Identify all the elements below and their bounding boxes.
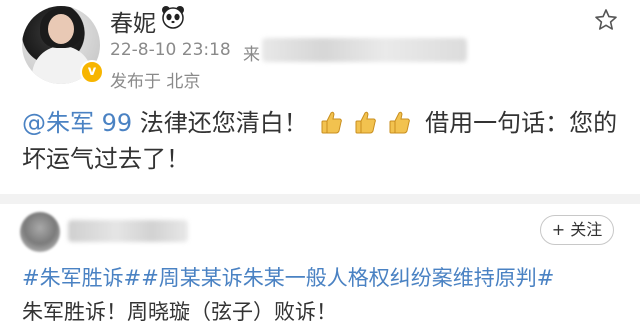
repost-username-blurred[interactable] xyxy=(68,220,188,242)
repost-avatar[interactable] xyxy=(20,212,60,252)
hashtag-links[interactable]: #朱军胜诉##周某某诉朱某一般人格权纠纷案维持原判# xyxy=(22,262,554,292)
verified-badge-icon: v xyxy=(80,60,104,84)
post-source-blurred xyxy=(262,38,467,62)
follow-button[interactable]: + 关注 xyxy=(540,215,614,245)
repost-text: 朱军胜诉！周晓璇（弦子）败诉！ xyxy=(22,300,337,324)
thumbs-up-icon xyxy=(321,111,343,134)
post-source-label: 来 xyxy=(243,45,260,65)
post-timestamp: 22-8-10 23:18 xyxy=(110,40,231,60)
section-divider xyxy=(0,194,640,204)
avatar-face-shape xyxy=(48,14,74,44)
username[interactable]: 春妮 xyxy=(110,4,156,38)
thumbs-up-icon xyxy=(355,111,377,134)
thumbs-up-icon xyxy=(389,111,411,134)
post-location: 发布于 北京 xyxy=(110,72,201,92)
post-header: v 春妮 22-8-10 23:18 来 发布于 北京 xyxy=(0,0,640,95)
panda-icon xyxy=(162,6,184,29)
post-text-part1: 法律还您清白！ xyxy=(132,109,308,137)
mention-link[interactable]: @朱军 99 xyxy=(22,109,132,137)
post-body: @朱军 99 法律还您清白！ 借用一句话：您的坏运气过去了！ xyxy=(22,105,622,177)
star-icon[interactable] xyxy=(594,8,618,32)
